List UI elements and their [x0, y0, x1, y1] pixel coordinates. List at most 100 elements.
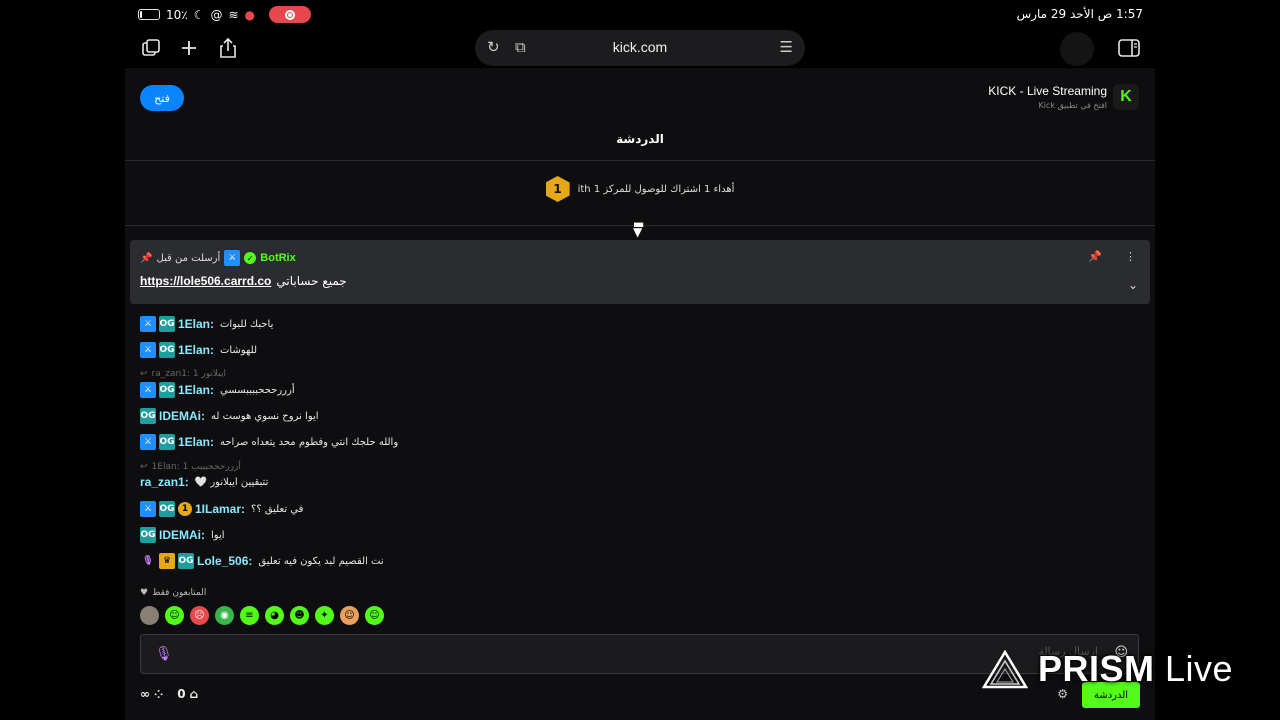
- rank-badge: 1: [545, 176, 570, 202]
- watermark-brand: PRISM: [1038, 648, 1155, 689]
- sword-badge-icon: ⚔: [140, 501, 156, 517]
- chat-username[interactable]: 1Elan:: [178, 383, 214, 397]
- prism-live-watermark: PRISM Live: [981, 648, 1233, 690]
- address-bar[interactable]: ↻ ⧉ kick.com ☰: [475, 30, 805, 66]
- chat-text: تتبقيين ايبلانور 🤍: [194, 476, 269, 488]
- status-datetime: 1:57 ص الأحد 29 مارس: [1016, 7, 1143, 21]
- pinned-header: 📌 أرسلت من قبل ⚔ ✓ BotRix: [140, 250, 296, 266]
- mic-icon[interactable]: 🎙: [155, 646, 173, 662]
- wifi-icon: ≋: [228, 7, 239, 22]
- pinned-username[interactable]: BotRix: [260, 252, 295, 264]
- chat-message[interactable]: ⚔ OG 1Elan: أرررحححببببسسي: [140, 382, 295, 398]
- reply-text: 1Elan: أرررحححبببب 1: [151, 462, 241, 472]
- sword-badge-icon: ⚔: [140, 342, 156, 358]
- og-badge-icon: OG: [159, 342, 175, 358]
- og-badge-icon: OG: [140, 527, 156, 543]
- pinned-meta: أرسلت من قبل: [156, 252, 221, 264]
- screen-record-indicator[interactable]: [269, 6, 312, 23]
- channel-points[interactable]: ∞ ⁘: [140, 687, 163, 701]
- chat-username[interactable]: Lole_506:: [197, 554, 252, 568]
- chat-username[interactable]: IDEMAi:: [159, 528, 205, 542]
- emote-icon[interactable]: ≡: [240, 606, 259, 625]
- dot-icon: ●: [244, 7, 256, 22]
- collapse-icon[interactable]: ▬ ▼: [633, 218, 644, 238]
- og-badge-icon: OG: [140, 408, 156, 424]
- emote-icon[interactable]: ☻: [290, 606, 309, 625]
- og-badge-icon: OG: [159, 434, 175, 450]
- chat-message[interactable]: OG IDEMAi: ايوا: [140, 527, 225, 543]
- chat-username[interactable]: 1ILamar:: [195, 502, 245, 516]
- gift-leaderboard[interactable]: 1 أهداء 1 اشتراك للوصول للمركز 1 ith: [125, 176, 1155, 202]
- emote-icon[interactable]: ◕: [265, 606, 284, 625]
- chat-text: أرررحححببببسسي: [220, 384, 295, 396]
- emote-icon[interactable]: ◉: [215, 606, 234, 625]
- emote-icon[interactable]: ☺: [340, 606, 359, 625]
- watermark-suffix: Live: [1165, 648, 1234, 689]
- chat-message[interactable]: OG IDEMAi: ايوا نروح نسوي هوست له: [140, 408, 319, 424]
- chat-username[interactable]: 1Elan:: [178, 317, 214, 331]
- chat-message[interactable]: ⚔ OG 1Elan: والله حلجك انتي وفطوم محد يت…: [140, 434, 398, 450]
- open-app-button[interactable]: فتح: [140, 85, 184, 111]
- page-menu-icon[interactable]: ☰: [780, 38, 793, 56]
- og-badge-icon: OG: [159, 316, 175, 332]
- chat-message[interactable]: ⚔ OG 1Elan: للهوشات: [140, 342, 257, 358]
- more-icon[interactable]: ⋮: [1125, 250, 1136, 263]
- sword-badge-icon: ⚔: [140, 434, 156, 450]
- gifter-badge-icon: 1: [178, 502, 192, 516]
- chat-title: الدردشة: [616, 132, 664, 146]
- divider: [125, 160, 1155, 161]
- sword-badge-icon: ⚔: [140, 382, 156, 398]
- chat-username[interactable]: 1Elan:: [178, 343, 214, 357]
- url-text[interactable]: kick.com: [475, 39, 805, 55]
- pinned-link[interactable]: https://lole506.carrd.co: [140, 274, 271, 288]
- heart-icon: ♥: [140, 588, 149, 598]
- infinity-icon: ∞: [140, 687, 150, 701]
- chat-text: في تعليق ؟؟: [251, 503, 304, 515]
- chat-username[interactable]: ra_zan1:: [140, 475, 189, 489]
- emote-icon[interactable]: ☺: [365, 606, 384, 625]
- app-name: KICK - Live Streaming: [988, 84, 1107, 98]
- web-page: فتح KICK - Live Streaming افتح في تطبيق …: [125, 68, 1155, 720]
- store-icon: ⌂: [189, 687, 199, 701]
- dots-icon: ⁘: [154, 687, 164, 701]
- watermark-text: PRISM Live: [1038, 648, 1233, 690]
- og-badge-icon: OG: [159, 501, 175, 517]
- gift-text: أهداء 1 اشتراك للوصول للمركز 1 ith: [577, 183, 735, 195]
- mic-badge-icon: 🎙: [142, 556, 154, 566]
- moderator-badge-icon: ⚔: [224, 250, 241, 266]
- unpin-icon[interactable]: 📌: [1088, 250, 1102, 263]
- record-icon: [285, 9, 296, 20]
- chat-text: نت القصيم لبد يكون فيه تعليق: [258, 555, 384, 567]
- chat-input[interactable]: [181, 645, 1098, 658]
- chat-username[interactable]: IDEMAi:: [159, 409, 205, 423]
- status-left: 10٪ ☾ @ ≋ ●: [138, 6, 312, 23]
- new-tab-icon[interactable]: [177, 36, 201, 60]
- verified-icon: ✓: [244, 252, 257, 264]
- pin-icon: 📌: [140, 252, 153, 264]
- share-icon[interactable]: [216, 36, 240, 60]
- chat-message[interactable]: 🎙 ♛ OG Lole_506: نت القصيم لبد يكون فيه …: [140, 553, 384, 569]
- chevron-down-icon[interactable]: ⌄: [1128, 278, 1138, 292]
- points-count: 0: [177, 687, 186, 701]
- emote-icon[interactable]: [140, 606, 159, 625]
- battery-percent: 10٪: [166, 7, 188, 22]
- chat-username[interactable]: 1Elan:: [178, 435, 214, 449]
- reply-preview[interactable]: ↩ ra_zan1: ايبلانور 1: [140, 369, 226, 379]
- chat-message[interactable]: ⚔ OG 1 1ILamar: في تعليق ؟؟: [140, 501, 303, 517]
- sword-badge-icon: ⚔: [140, 316, 156, 332]
- crown-badge-icon: ♛: [159, 553, 175, 569]
- chat-text: ياحبك للبوات: [220, 318, 274, 330]
- emote-icon[interactable]: ✦: [315, 606, 334, 625]
- emote-icon[interactable]: ☺: [165, 606, 184, 625]
- chat-message[interactable]: ⚔ OG 1Elan: ياحبك للبوات: [140, 316, 273, 332]
- prism-logo-icon: [981, 649, 1029, 689]
- reply-preview[interactable]: ↩ 1Elan: أرررحححبببب 1: [140, 462, 241, 472]
- sidebar-icon[interactable]: [1117, 36, 1141, 60]
- og-badge-icon: OG: [159, 382, 175, 398]
- chat-message[interactable]: ra_zan1: تتبقيين ايبلانور 🤍: [140, 475, 268, 489]
- tabs-icon[interactable]: [139, 36, 163, 60]
- profile-avatar[interactable]: [1060, 32, 1094, 66]
- followers-only-indicator: ♥ المتابعون فقط: [140, 588, 206, 598]
- points-counter[interactable]: 0 ⌂: [177, 687, 198, 701]
- emote-icon[interactable]: ☹: [190, 606, 209, 625]
